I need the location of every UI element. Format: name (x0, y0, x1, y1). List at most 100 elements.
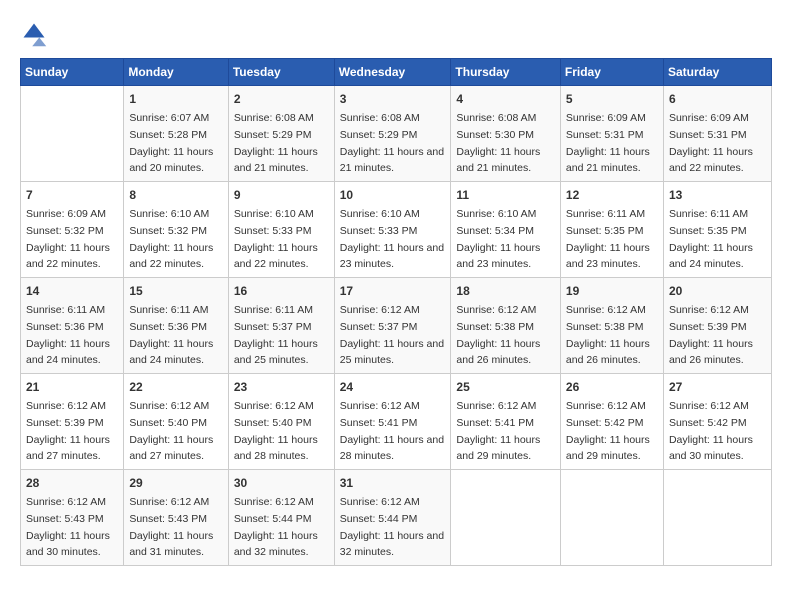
calendar-cell: 23 Sunrise: 6:12 AM Sunset: 5:40 PM Dayl… (228, 374, 334, 470)
day-sunrise: Sunrise: 6:12 AM (129, 400, 209, 412)
calendar-cell: 14 Sunrise: 6:11 AM Sunset: 5:36 PM Dayl… (21, 278, 124, 374)
day-sunset: Sunset: 5:35 PM (669, 225, 747, 237)
day-sunset: Sunset: 5:28 PM (129, 129, 207, 141)
day-number: 20 (669, 282, 766, 300)
day-daylight: Daylight: 11 hours and 29 minutes. (566, 434, 650, 463)
logo (20, 20, 52, 48)
day-daylight: Daylight: 11 hours and 22 minutes. (234, 242, 318, 271)
day-sunrise: Sunrise: 6:10 AM (234, 208, 314, 220)
day-sunrise: Sunrise: 6:10 AM (340, 208, 420, 220)
day-daylight: Daylight: 11 hours and 22 minutes. (669, 146, 753, 175)
day-sunrise: Sunrise: 6:10 AM (456, 208, 536, 220)
day-number: 16 (234, 282, 329, 300)
logo-icon (20, 20, 48, 48)
day-sunset: Sunset: 5:43 PM (26, 513, 104, 525)
column-header-friday: Friday (560, 59, 663, 86)
day-daylight: Daylight: 11 hours and 21 minutes. (234, 146, 318, 175)
calendar-cell: 15 Sunrise: 6:11 AM Sunset: 5:36 PM Dayl… (124, 278, 229, 374)
column-header-monday: Monday (124, 59, 229, 86)
calendar-cell (451, 470, 560, 566)
day-sunset: Sunset: 5:30 PM (456, 129, 534, 141)
day-number: 25 (456, 378, 554, 396)
calendar-cell: 16 Sunrise: 6:11 AM Sunset: 5:37 PM Dayl… (228, 278, 334, 374)
calendar-cell: 19 Sunrise: 6:12 AM Sunset: 5:38 PM Dayl… (560, 278, 663, 374)
day-sunset: Sunset: 5:41 PM (456, 417, 534, 429)
calendar-cell (21, 86, 124, 182)
day-sunrise: Sunrise: 6:12 AM (456, 400, 536, 412)
calendar-cell: 13 Sunrise: 6:11 AM Sunset: 5:35 PM Dayl… (663, 182, 771, 278)
day-sunset: Sunset: 5:31 PM (566, 129, 644, 141)
day-sunset: Sunset: 5:37 PM (234, 321, 312, 333)
day-number: 18 (456, 282, 554, 300)
day-number: 28 (26, 474, 118, 492)
day-sunset: Sunset: 5:44 PM (340, 513, 418, 525)
day-daylight: Daylight: 11 hours and 29 minutes. (456, 434, 540, 463)
day-sunrise: Sunrise: 6:08 AM (234, 112, 314, 124)
day-sunrise: Sunrise: 6:12 AM (26, 400, 106, 412)
day-daylight: Daylight: 11 hours and 21 minutes. (566, 146, 650, 175)
day-number: 13 (669, 186, 766, 204)
calendar-cell: 18 Sunrise: 6:12 AM Sunset: 5:38 PM Dayl… (451, 278, 560, 374)
day-sunset: Sunset: 5:32 PM (26, 225, 104, 237)
day-number: 14 (26, 282, 118, 300)
day-sunrise: Sunrise: 6:07 AM (129, 112, 209, 124)
day-sunrise: Sunrise: 6:08 AM (340, 112, 420, 124)
calendar-cell: 24 Sunrise: 6:12 AM Sunset: 5:41 PM Dayl… (334, 374, 451, 470)
calendar-cell: 26 Sunrise: 6:12 AM Sunset: 5:42 PM Dayl… (560, 374, 663, 470)
day-number: 9 (234, 186, 329, 204)
day-sunset: Sunset: 5:35 PM (566, 225, 644, 237)
calendar-cell: 5 Sunrise: 6:09 AM Sunset: 5:31 PM Dayli… (560, 86, 663, 182)
day-sunset: Sunset: 5:40 PM (234, 417, 312, 429)
day-daylight: Daylight: 11 hours and 28 minutes. (340, 434, 444, 463)
day-sunrise: Sunrise: 6:11 AM (234, 304, 313, 316)
day-sunrise: Sunrise: 6:12 AM (566, 304, 646, 316)
day-number: 1 (129, 90, 223, 108)
day-number: 31 (340, 474, 446, 492)
day-number: 15 (129, 282, 223, 300)
day-daylight: Daylight: 11 hours and 26 minutes. (669, 338, 753, 367)
day-daylight: Daylight: 11 hours and 27 minutes. (26, 434, 110, 463)
week-row-1: 1 Sunrise: 6:07 AM Sunset: 5:28 PM Dayli… (21, 86, 772, 182)
day-daylight: Daylight: 11 hours and 24 minutes. (26, 338, 110, 367)
week-row-2: 7 Sunrise: 6:09 AM Sunset: 5:32 PM Dayli… (21, 182, 772, 278)
calendar-cell: 20 Sunrise: 6:12 AM Sunset: 5:39 PM Dayl… (663, 278, 771, 374)
day-sunset: Sunset: 5:43 PM (129, 513, 207, 525)
day-number: 4 (456, 90, 554, 108)
calendar-cell: 21 Sunrise: 6:12 AM Sunset: 5:39 PM Dayl… (21, 374, 124, 470)
day-sunrise: Sunrise: 6:10 AM (129, 208, 209, 220)
calendar-cell: 2 Sunrise: 6:08 AM Sunset: 5:29 PM Dayli… (228, 86, 334, 182)
week-row-4: 21 Sunrise: 6:12 AM Sunset: 5:39 PM Dayl… (21, 374, 772, 470)
day-daylight: Daylight: 11 hours and 23 minutes. (456, 242, 540, 271)
day-sunset: Sunset: 5:29 PM (234, 129, 312, 141)
day-daylight: Daylight: 11 hours and 22 minutes. (129, 242, 213, 271)
day-daylight: Daylight: 11 hours and 27 minutes. (129, 434, 213, 463)
day-sunrise: Sunrise: 6:11 AM (566, 208, 645, 220)
day-sunrise: Sunrise: 6:12 AM (340, 400, 420, 412)
day-number: 26 (566, 378, 658, 396)
calendar-cell (560, 470, 663, 566)
calendar-cell (663, 470, 771, 566)
day-daylight: Daylight: 11 hours and 30 minutes. (669, 434, 753, 463)
day-sunset: Sunset: 5:38 PM (566, 321, 644, 333)
day-number: 24 (340, 378, 446, 396)
calendar-cell: 28 Sunrise: 6:12 AM Sunset: 5:43 PM Dayl… (21, 470, 124, 566)
day-sunrise: Sunrise: 6:12 AM (234, 400, 314, 412)
calendar-cell: 25 Sunrise: 6:12 AM Sunset: 5:41 PM Dayl… (451, 374, 560, 470)
day-number: 29 (129, 474, 223, 492)
week-row-3: 14 Sunrise: 6:11 AM Sunset: 5:36 PM Dayl… (21, 278, 772, 374)
day-sunrise: Sunrise: 6:11 AM (26, 304, 105, 316)
calendar-cell: 12 Sunrise: 6:11 AM Sunset: 5:35 PM Dayl… (560, 182, 663, 278)
day-daylight: Daylight: 11 hours and 23 minutes. (566, 242, 650, 271)
calendar-table: SundayMondayTuesdayWednesdayThursdayFrid… (20, 58, 772, 566)
calendar-cell: 22 Sunrise: 6:12 AM Sunset: 5:40 PM Dayl… (124, 374, 229, 470)
header-row: SundayMondayTuesdayWednesdayThursdayFrid… (21, 59, 772, 86)
day-number: 5 (566, 90, 658, 108)
calendar-cell: 7 Sunrise: 6:09 AM Sunset: 5:32 PM Dayli… (21, 182, 124, 278)
day-daylight: Daylight: 11 hours and 20 minutes. (129, 146, 213, 175)
day-sunrise: Sunrise: 6:12 AM (669, 400, 749, 412)
day-sunrise: Sunrise: 6:12 AM (669, 304, 749, 316)
column-header-thursday: Thursday (451, 59, 560, 86)
calendar-cell: 8 Sunrise: 6:10 AM Sunset: 5:32 PM Dayli… (124, 182, 229, 278)
day-sunrise: Sunrise: 6:12 AM (340, 496, 420, 508)
calendar-cell: 4 Sunrise: 6:08 AM Sunset: 5:30 PM Dayli… (451, 86, 560, 182)
